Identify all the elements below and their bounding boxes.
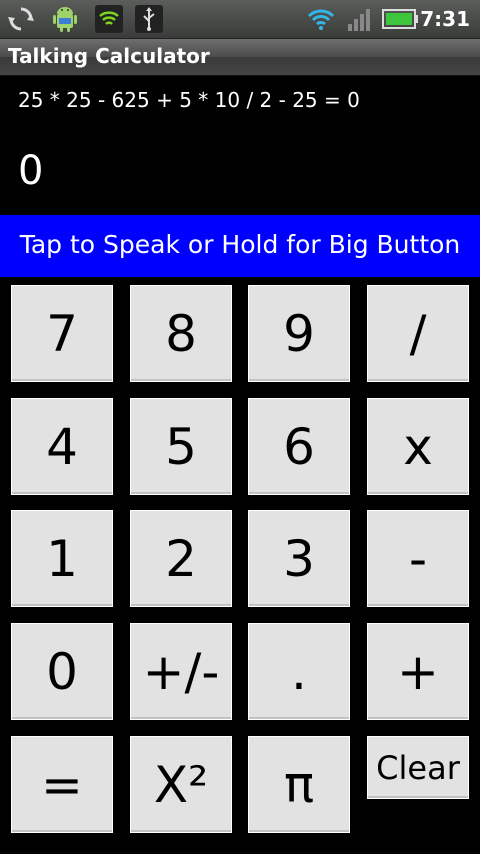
usb-icon — [135, 5, 163, 33]
expression-display: 25 * 25 - 625 + 5 * 10 / 2 - 25 = 0 — [18, 88, 360, 112]
key-divide[interactable]: / — [367, 285, 469, 382]
shield-icon — [95, 5, 123, 33]
status-time: 7:31 — [420, 7, 470, 31]
key-label: X² — [153, 755, 209, 814]
speak-button-label: Tap to Speak or Hold for Big Button — [19, 230, 461, 259]
key-label: = — [41, 755, 83, 814]
key-label: 7 — [46, 304, 78, 363]
key-label: . — [291, 642, 307, 701]
key-label: 6 — [283, 417, 315, 476]
key-label: 4 — [46, 417, 78, 476]
key-label: Clear — [376, 748, 460, 787]
wifi-icon — [307, 9, 335, 30]
key-label: x — [403, 417, 433, 476]
key-4[interactable]: 4 — [11, 398, 113, 495]
key-label: - — [408, 529, 428, 588]
key-equals[interactable]: = — [11, 736, 113, 833]
key-6[interactable]: 6 — [248, 398, 350, 495]
key-subtract[interactable]: - — [367, 510, 469, 607]
key-label: 3 — [283, 529, 315, 588]
key-label: +/- — [142, 642, 220, 701]
result-display: 0 — [18, 148, 44, 194]
key-label: / — [409, 304, 427, 363]
key-square[interactable]: X² — [130, 736, 232, 833]
key-decimal[interactable]: . — [248, 623, 350, 720]
key-label: + — [397, 642, 439, 701]
key-add[interactable]: + — [367, 623, 469, 720]
key-8[interactable]: 8 — [130, 285, 232, 382]
key-clear[interactable]: Clear — [367, 736, 469, 799]
battery-icon — [382, 9, 418, 29]
signal-icon — [348, 9, 370, 31]
key-label: 0 — [46, 642, 78, 701]
key-negate[interactable]: +/- — [130, 623, 232, 720]
key-label: 5 — [165, 417, 197, 476]
status-bar: 7:31 — [0, 0, 480, 39]
sync-icon — [8, 7, 34, 31]
key-label: 1 — [46, 529, 78, 588]
key-9[interactable]: 9 — [248, 285, 350, 382]
key-label: 2 — [165, 529, 197, 588]
android-icon — [53, 7, 77, 32]
key-label: 8 — [165, 304, 197, 363]
key-label: 9 — [283, 304, 315, 363]
app-title: Talking Calculator — [8, 44, 210, 68]
key-pi[interactable]: π — [248, 736, 350, 833]
speak-button[interactable]: Tap to Speak or Hold for Big Button — [0, 215, 480, 277]
key-multiply[interactable]: x — [367, 398, 469, 495]
title-bar: Talking Calculator — [0, 39, 480, 76]
key-label: π — [283, 755, 315, 814]
key-5[interactable]: 5 — [130, 398, 232, 495]
key-0[interactable]: 0 — [11, 623, 113, 720]
key-2[interactable]: 2 — [130, 510, 232, 607]
key-1[interactable]: 1 — [11, 510, 113, 607]
key-7[interactable]: 7 — [11, 285, 113, 382]
key-3[interactable]: 3 — [248, 510, 350, 607]
